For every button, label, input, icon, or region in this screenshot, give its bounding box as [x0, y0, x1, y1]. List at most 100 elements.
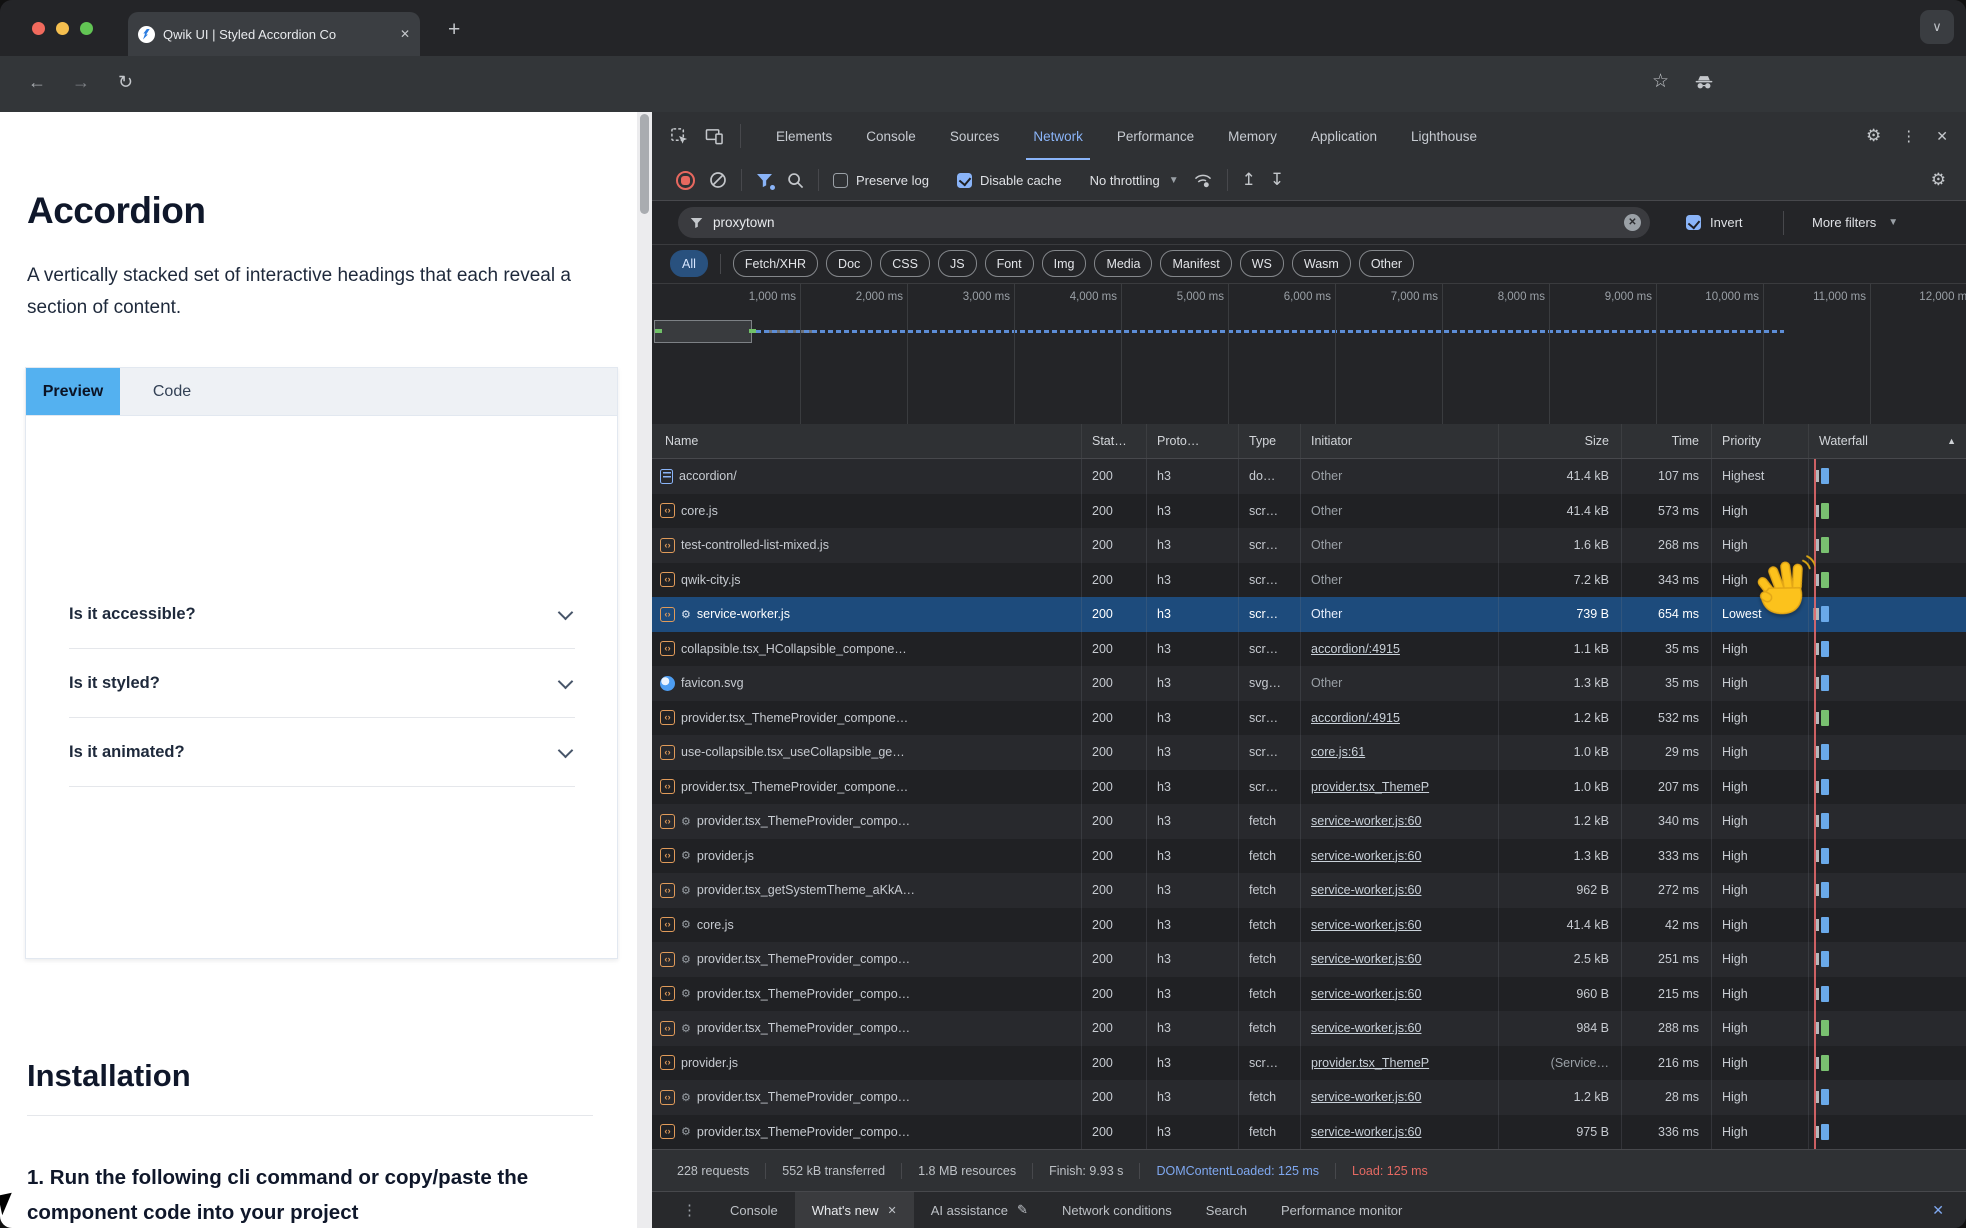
- table-row[interactable]: ‹›core.js200h3scr…Other41.4 kB573 msHigh: [652, 494, 1966, 529]
- filter-chip-other[interactable]: Other: [1359, 250, 1414, 277]
- devtools-tab-network[interactable]: Network: [1016, 112, 1100, 160]
- import-har-icon[interactable]: ↥: [1242, 170, 1256, 190]
- table-row[interactable]: ‹›provider.js200h3scr…provider.tsx_Theme…: [652, 1046, 1966, 1081]
- back-icon[interactable]: ←: [28, 72, 46, 93]
- initiator-link[interactable]: service-worker.js:60: [1311, 883, 1421, 897]
- record-network-log-button[interactable]: [676, 171, 695, 190]
- accordion-item-accessible[interactable]: Is it accessible?: [69, 580, 575, 649]
- filter-chip-manifest[interactable]: Manifest: [1160, 250, 1231, 277]
- table-row[interactable]: ‹›⚙provider.tsx_ThemeProvider_compo…200h…: [652, 1080, 1966, 1115]
- drawer-tab-console[interactable]: Console: [713, 1192, 795, 1228]
- minimize-window-button[interactable]: [56, 22, 69, 35]
- table-row[interactable]: ‹›⚙provider.tsx_ThemeProvider_compo…200h…: [652, 977, 1966, 1012]
- inspect-element-icon[interactable]: [670, 127, 689, 146]
- drawer-tab-performance-monitor[interactable]: Performance monitor: [1264, 1192, 1419, 1228]
- filter-chip-media[interactable]: Media: [1094, 250, 1152, 277]
- column-header-name[interactable]: Name: [652, 424, 1082, 458]
- table-row[interactable]: accordion/200h3do…Other41.4 kB107 msHigh…: [652, 459, 1966, 494]
- initiator-link[interactable]: service-worker.js:60: [1311, 1125, 1421, 1139]
- initiator-link[interactable]: provider.tsx_ThemeP: [1311, 1056, 1429, 1070]
- devtools-kebab-menu-icon[interactable]: ⋮: [1901, 127, 1916, 145]
- table-row[interactable]: ‹›⚙provider.tsx_getSystemTheme_aKkA…200h…: [652, 873, 1966, 908]
- tab-preview[interactable]: Preview: [26, 368, 120, 415]
- devtools-tab-sources[interactable]: Sources: [933, 112, 1017, 160]
- initiator-link[interactable]: accordion/:4915: [1311, 711, 1400, 725]
- table-row[interactable]: ‹›⚙provider.tsx_ThemeProvider_compo…200h…: [652, 804, 1966, 839]
- column-header-priority[interactable]: Priority: [1712, 424, 1809, 458]
- filter-chip-all[interactable]: All: [670, 250, 708, 277]
- close-window-button[interactable]: [32, 22, 45, 35]
- filter-chip-css[interactable]: CSS: [880, 250, 930, 277]
- network-conditions-icon[interactable]: [1193, 172, 1213, 189]
- invert-filter-checkbox[interactable]: Invert: [1686, 215, 1743, 230]
- drawer-kebab-menu-icon[interactable]: ⋮: [682, 1201, 697, 1219]
- table-row[interactable]: ‹›use-collapsible.tsx_useCollapsible_ge……: [652, 735, 1966, 770]
- drawer-close-icon[interactable]: ✕: [1932, 1202, 1944, 1219]
- forward-icon[interactable]: →: [72, 72, 90, 93]
- search-icon[interactable]: [787, 172, 804, 189]
- filter-icon[interactable]: [756, 173, 773, 188]
- column-header-status[interactable]: Stat…: [1082, 424, 1147, 458]
- initiator-link[interactable]: service-worker.js:60: [1311, 918, 1421, 932]
- devtools-tab-memory[interactable]: Memory: [1211, 112, 1294, 160]
- network-overview-timeline[interactable]: 1,000 ms2,000 ms3,000 ms4,000 ms5,000 ms…: [652, 284, 1966, 425]
- preserve-log-checkbox[interactable]: Preserve log: [833, 173, 929, 188]
- export-har-icon[interactable]: ↧: [1270, 170, 1284, 190]
- devtools-tab-console[interactable]: Console: [849, 112, 933, 160]
- table-row[interactable]: ‹›⚙provider.tsx_ThemeProvider_compo…200h…: [652, 1115, 1966, 1150]
- drawer-tab-network-conditions[interactable]: Network conditions: [1045, 1192, 1189, 1228]
- accordion-item-animated[interactable]: Is it animated?: [69, 718, 575, 787]
- tab-close-icon[interactable]: ✕: [400, 27, 410, 41]
- initiator-link[interactable]: service-worker.js:60: [1311, 1021, 1421, 1035]
- filter-chip-js[interactable]: JS: [938, 250, 977, 277]
- reload-icon[interactable]: ↻: [118, 72, 133, 93]
- column-header-waterfall[interactable]: Waterfall ▲: [1809, 424, 1966, 458]
- filter-chip-doc[interactable]: Doc: [826, 250, 872, 277]
- table-row[interactable]: ‹›⚙provider.tsx_ThemeProvider_compo…200h…: [652, 942, 1966, 977]
- devtools-tab-lighthouse[interactable]: Lighthouse: [1394, 112, 1494, 160]
- table-row[interactable]: ‹›provider.tsx_ThemeProvider_compone…200…: [652, 770, 1966, 805]
- initiator-link[interactable]: service-worker.js:60: [1311, 1090, 1421, 1104]
- drawer-tab-search[interactable]: Search: [1189, 1192, 1264, 1228]
- initiator-link[interactable]: service-worker.js:60: [1311, 952, 1421, 966]
- initiator-link[interactable]: provider.tsx_ThemeP: [1311, 780, 1429, 794]
- throttling-dropdown[interactable]: No throttling ▼: [1090, 173, 1179, 188]
- drawer-tab-ai-assistance[interactable]: AI assistance✎: [914, 1192, 1045, 1228]
- table-row[interactable]: ‹›provider.tsx_ThemeProvider_compone…200…: [652, 701, 1966, 736]
- table-row[interactable]: ‹›⚙provider.tsx_ThemeProvider_compo…200h…: [652, 1011, 1966, 1046]
- initiator-link[interactable]: core.js:61: [1311, 745, 1365, 759]
- clear-network-log-icon[interactable]: [709, 171, 727, 189]
- clear-filter-icon[interactable]: ✕: [1624, 214, 1641, 231]
- filter-chip-wasm[interactable]: Wasm: [1292, 250, 1351, 277]
- column-header-initiator[interactable]: Initiator: [1301, 424, 1499, 458]
- column-header-size[interactable]: Size: [1499, 424, 1622, 458]
- column-header-time[interactable]: Time: [1622, 424, 1712, 458]
- filter-chip-img[interactable]: Img: [1042, 250, 1087, 277]
- initiator-link[interactable]: service-worker.js:60: [1311, 814, 1421, 828]
- page-scrollbar[interactable]: [637, 112, 652, 1228]
- table-row[interactable]: favicon.svg200h3svg…Other1.3 kB35 msHigh: [652, 666, 1966, 701]
- timeline-selection[interactable]: [654, 320, 752, 343]
- accordion-item-styled[interactable]: Is it styled?: [69, 649, 575, 718]
- column-header-type[interactable]: Type: [1239, 424, 1301, 458]
- devtools-tab-application[interactable]: Application: [1294, 112, 1394, 160]
- devtools-tab-elements[interactable]: Elements: [759, 112, 849, 160]
- device-toolbar-icon[interactable]: [705, 128, 724, 145]
- browser-tab[interactable]: Qwik UI | Styled Accordion Co ✕: [128, 12, 420, 56]
- scrollbar-thumb[interactable]: [640, 114, 649, 214]
- disable-cache-checkbox[interactable]: Disable cache: [957, 173, 1062, 188]
- initiator-link[interactable]: service-worker.js:60: [1311, 849, 1421, 863]
- new-tab-button[interactable]: +: [448, 18, 460, 42]
- filter-input[interactable]: proxytown ✕: [678, 207, 1650, 238]
- table-row[interactable]: ‹›⚙core.js200h3fetchservice-worker.js:60…: [652, 908, 1966, 943]
- bookmark-star-icon[interactable]: ☆: [1652, 70, 1669, 93]
- tab-search-chevron-button[interactable]: ∨: [1920, 10, 1954, 44]
- drawer-tab-what-s-new[interactable]: What's new✕: [795, 1192, 914, 1228]
- filter-chip-fetch-xhr[interactable]: Fetch/XHR: [733, 250, 818, 277]
- devtools-tab-performance[interactable]: Performance: [1100, 112, 1211, 160]
- initiator-link[interactable]: service-worker.js:60: [1311, 987, 1421, 1001]
- network-settings-gear-icon[interactable]: ⚙: [1931, 170, 1966, 190]
- devtools-close-icon[interactable]: ✕: [1936, 128, 1948, 145]
- devtools-settings-gear-icon[interactable]: ⚙: [1866, 126, 1881, 146]
- table-row[interactable]: ‹›collapsible.tsx_HCollapsible_compone…2…: [652, 632, 1966, 667]
